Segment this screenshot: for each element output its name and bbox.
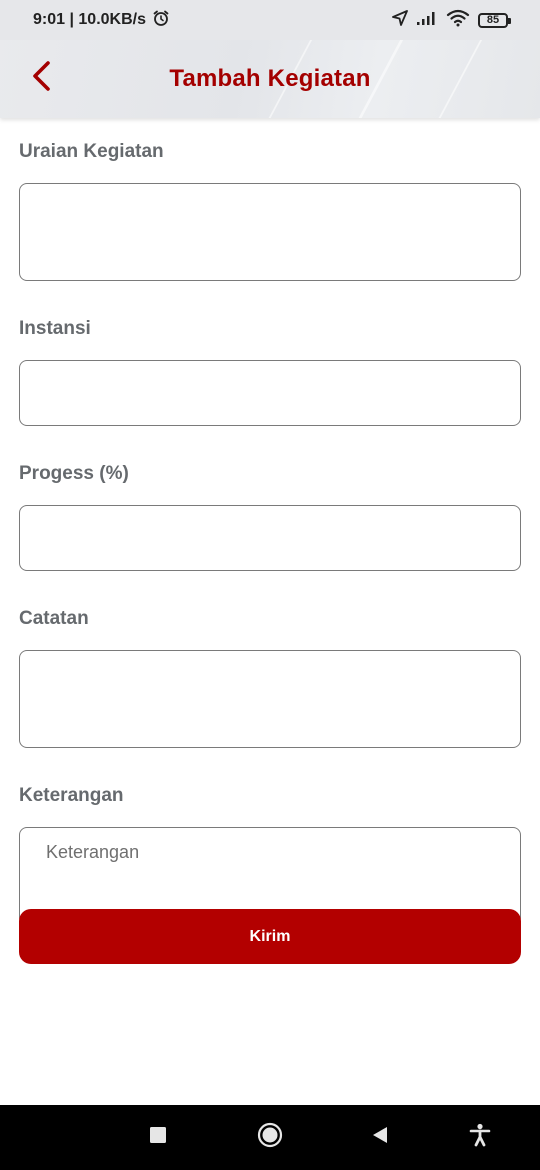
home-button[interactable]	[252, 1105, 288, 1170]
location-icon	[392, 9, 408, 31]
battery-icon: 85	[478, 12, 511, 28]
field-group-uraian: Uraian Kegiatan	[19, 140, 521, 281]
catatan-label: Catatan	[19, 608, 89, 629]
signal-icon	[416, 10, 438, 31]
back-nav-button[interactable]	[362, 1105, 398, 1170]
home-icon	[257, 1122, 283, 1153]
chevron-left-icon	[30, 60, 52, 97]
field-group-keterangan: Keterangan	[19, 784, 521, 925]
catatan-input[interactable]	[19, 650, 521, 748]
recents-icon	[149, 1126, 167, 1149]
app-header: Tambah Kegiatan	[0, 40, 540, 118]
status-time-speed: 9:01 | 10.0KB/s	[33, 11, 146, 28]
progress-label: Progess (%)	[19, 463, 129, 484]
instansi-label: Instansi	[19, 318, 91, 339]
field-group-progress: Progess (%)	[19, 462, 521, 571]
accessibility-icon	[469, 1123, 491, 1152]
back-button[interactable]	[24, 58, 58, 98]
submit-button[interactable]: Kirim	[19, 909, 521, 964]
page-title: Tambah Kegiatan	[169, 65, 371, 92]
uraian-label: Uraian Kegiatan	[19, 141, 164, 162]
field-group-instansi: Instansi	[19, 317, 521, 426]
wifi-icon	[446, 9, 470, 32]
keterangan-label: Keterangan	[19, 785, 124, 806]
activity-form: Uraian Kegiatan Instansi Progess (%) Cat…	[19, 140, 521, 961]
uraian-input[interactable]	[19, 183, 521, 281]
back-triangle-icon	[371, 1126, 389, 1149]
progress-input[interactable]	[19, 505, 521, 571]
alarm-icon	[152, 9, 170, 32]
status-bar: 9:01 | 10.0KB/s 85	[0, 0, 540, 40]
system-nav-bar	[0, 1105, 540, 1170]
field-group-catatan: Catatan	[19, 607, 521, 748]
instansi-input[interactable]	[19, 360, 521, 426]
accessibility-button[interactable]	[462, 1105, 498, 1170]
recents-button[interactable]	[140, 1105, 176, 1170]
